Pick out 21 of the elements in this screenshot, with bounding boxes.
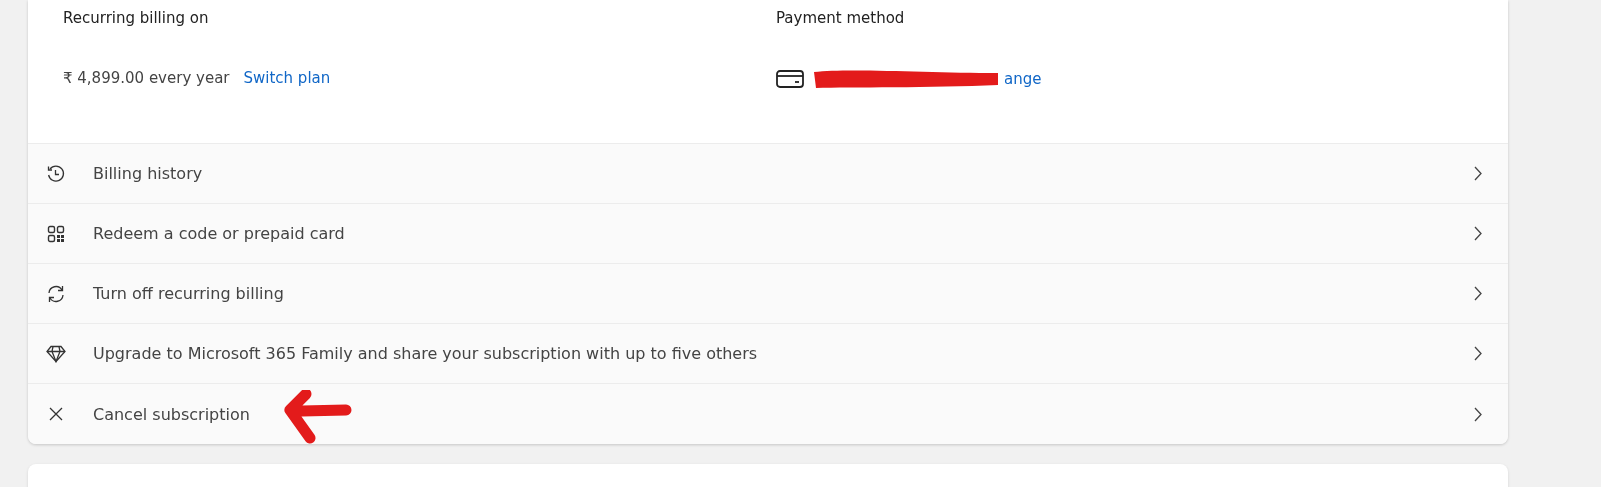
chevron-right-icon [1474, 406, 1482, 422]
action-row[interactable]: Turn off recurring billing [28, 264, 1508, 324]
action-row[interactable]: Billing history [28, 144, 1508, 204]
diamond-icon [46, 344, 66, 363]
action-row[interactable]: Redeem a code or prepaid card [28, 204, 1508, 264]
switch-plan-link[interactable]: Switch plan [243, 69, 331, 87]
close-icon [49, 407, 63, 421]
price-text: ₹ 4,899.00 every year [63, 69, 230, 87]
change-link[interactable]: ange [1004, 70, 1042, 88]
history-icon [46, 163, 66, 184]
billing-label: Recurring billing on [63, 8, 210, 28]
action-row[interactable]: Cancel subscription [28, 384, 1508, 444]
action-row[interactable]: Upgrade to Microsoft 365 Family and share your subscription with up to five others [28, 324, 1508, 384]
payment-label: Payment method [776, 8, 906, 28]
credit-card-icon [776, 69, 804, 89]
qr-code-icon [47, 224, 65, 243]
chevron-right-icon [1474, 286, 1482, 301]
chevron-right-icon [1474, 226, 1482, 241]
chevron-right-icon [1474, 346, 1482, 361]
refresh-icon [46, 283, 66, 304]
chevron-right-icon [1474, 166, 1482, 181]
